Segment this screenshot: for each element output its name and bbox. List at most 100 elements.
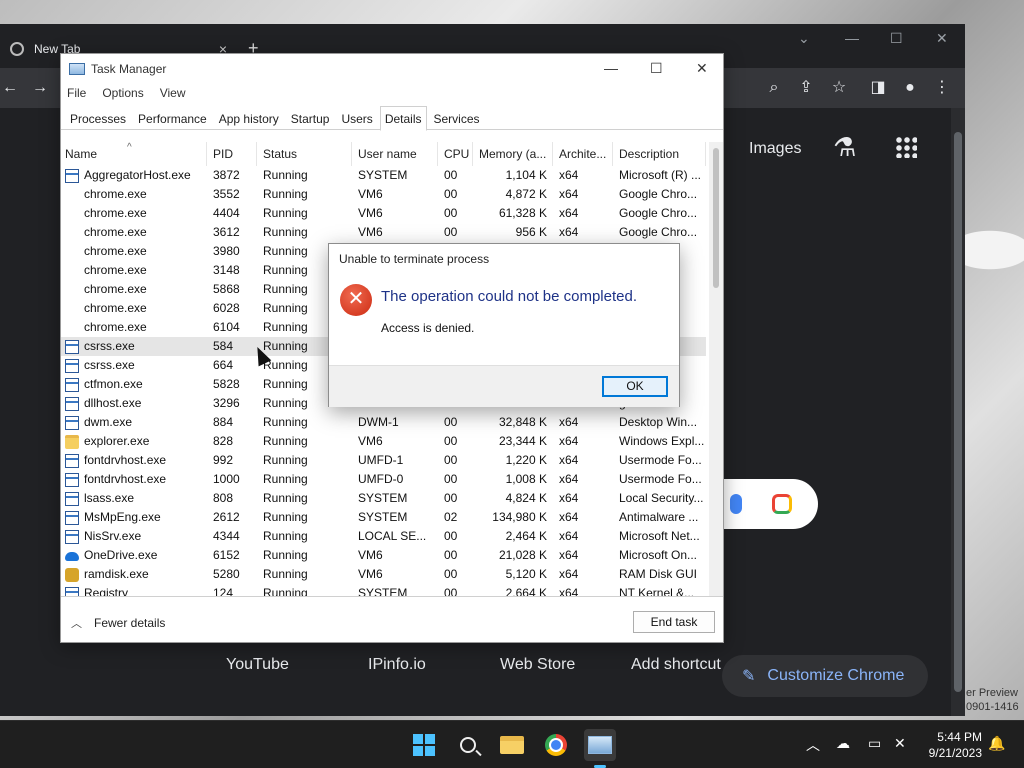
col-user-name[interactable]: User name [352, 142, 438, 166]
tm-scrollbar[interactable] [709, 142, 723, 596]
start-button[interactable] [408, 729, 440, 761]
task-manager-taskbar-button[interactable] [584, 729, 616, 761]
volume-muted-icon[interactable]: ✕ [894, 735, 906, 752]
forward-icon[interactable]: → [30, 78, 50, 98]
tab-startup[interactable]: Startup [286, 106, 335, 129]
task-manager-titlebar[interactable]: Task Manager [61, 54, 723, 84]
images-link[interactable]: Images [749, 140, 801, 158]
menu-file[interactable]: File [67, 86, 86, 100]
cell-name: csrss.exe [61, 356, 207, 375]
table-row[interactable]: fontdrvhost.exe 1000 Running UMFD-0 00 1,008 … [61, 470, 706, 489]
notification-bell-icon[interactable]: 🔔 [988, 735, 1005, 752]
labs-flask-icon[interactable]: ⚗ [833, 132, 856, 163]
shortcut-ipinfo[interactable]: IPinfo.io [368, 656, 426, 674]
cell-name: fontdrvhost.exe [61, 451, 207, 470]
fewer-details-button[interactable]: ︿ Fewer details [71, 615, 165, 631]
tab-processes[interactable]: Processes [65, 106, 131, 129]
chrome-scrollbar[interactable] [951, 108, 965, 716]
cell-pid: 4404 [213, 206, 240, 220]
cell-cpu: 00 [444, 415, 458, 429]
col-description[interactable]: Description [613, 142, 706, 166]
table-row[interactable]: ramdisk.exe 5280 Running VM6 00 5,120 K x64 RAM… [61, 565, 706, 584]
tab-details[interactable]: Details [379, 106, 427, 131]
chrome-minimize-icon[interactable]: — [845, 30, 859, 46]
google-apps-icon[interactable] [895, 136, 917, 158]
search-box[interactable] [710, 479, 818, 529]
cell-pid: 3612 [213, 225, 240, 239]
cell-cpu: 02 [444, 510, 458, 524]
table-row[interactable]: MsMpEng.exe 2612 Running SYSTEM 02 134,980 K x… [61, 508, 706, 527]
ram-process-icon [65, 567, 79, 582]
shortcut-add[interactable]: Add shortcut [631, 656, 721, 674]
zoom-icon[interactable]: ⌕ [764, 78, 784, 98]
search-button[interactable] [452, 729, 484, 761]
back-icon[interactable]: ← [0, 78, 20, 98]
tm-close-icon[interactable]: ✕ [696, 60, 708, 77]
chrome-maximize-icon[interactable]: ☐ [890, 30, 903, 47]
table-row[interactable]: AggregatorHost.exe 3872 Running SYSTEM 00 1,1… [61, 166, 706, 185]
table-row[interactable]: lsass.exe 808 Running SYSTEM 00 4,824 K x64 Loc… [61, 489, 706, 508]
chrome-menu-icon[interactable]: ⋮ [932, 78, 952, 98]
exe-process-icon [65, 529, 79, 544]
col-status[interactable]: Status [257, 142, 352, 166]
file-explorer-button[interactable] [496, 729, 528, 761]
chrome-taskbar-button[interactable] [540, 729, 572, 761]
bookmark-star-icon[interactable]: ☆ [829, 78, 849, 98]
lens-search-icon[interactable] [772, 494, 792, 514]
exe-process-icon [65, 339, 79, 354]
customize-chrome-button[interactable]: ✎ Customize Chrome [722, 655, 928, 697]
cell-name: chrome.exe [61, 318, 207, 337]
table-row[interactable]: chrome.exe 3612 Running VM6 00 956 K x64 Google… [61, 223, 706, 242]
show-hidden-icons-chevron-icon[interactable]: ︿ [806, 735, 820, 755]
col-memory[interactable]: Memory (a... [473, 142, 553, 166]
table-row[interactable]: dwm.exe 884 Running DWM-1 00 32,848 K x64 Deskt… [61, 413, 706, 432]
network-icon[interactable]: ▭ [868, 735, 881, 752]
cell-cpu: 00 [444, 529, 458, 543]
menu-options[interactable]: Options [102, 86, 143, 100]
cell-cpu: 00 [444, 225, 458, 239]
tab-search-chevron-icon[interactable]: ⌄ [798, 30, 810, 47]
table-row[interactable]: chrome.exe 3552 Running VM6 00 4,872 K x64 Goog… [61, 185, 706, 204]
cell-pid: 3552 [213, 187, 240, 201]
tab-services[interactable]: Services [429, 106, 485, 129]
tm-minimize-icon[interactable]: — [604, 60, 618, 76]
table-row[interactable]: explorer.exe 828 Running VM6 00 23,344 K x64 Wi… [61, 432, 706, 451]
end-task-button[interactable]: End task [633, 611, 715, 633]
tab-users[interactable]: Users [336, 106, 377, 129]
table-row[interactable]: Registry 124 Running SYSTEM 00 2,664 K x64 NT K… [61, 584, 706, 596]
tab-performance[interactable]: Performance [133, 106, 212, 129]
chrome-close-icon[interactable]: ✕ [936, 30, 948, 47]
shortcut-web-store[interactable]: Web Store [500, 656, 575, 674]
voice-search-icon[interactable] [730, 494, 742, 514]
col-architecture[interactable]: Archite... [553, 142, 613, 166]
tm-maximize-icon[interactable]: ☐ [650, 60, 663, 77]
col-name[interactable]: ^ Name [61, 142, 207, 166]
table-row[interactable]: OneDrive.exe 6152 Running VM6 00 21,028 K x64 M… [61, 546, 706, 565]
tm-menu-bar: File Options View [67, 86, 186, 100]
cell-pid: 1000 [213, 472, 240, 486]
cell-cpu: 00 [444, 206, 458, 220]
side-panel-icon[interactable]: ◨ [868, 78, 888, 98]
tm-tabs: Processes Performance App history Startu… [61, 106, 723, 131]
col-pid[interactable]: PID [207, 142, 257, 166]
ok-button[interactable]: OK [602, 376, 668, 397]
process-name: ramdisk.exe [84, 567, 149, 581]
menu-view[interactable]: View [160, 86, 186, 100]
cell-name: chrome.exe [61, 242, 207, 261]
tray-cloud-icon[interactable]: ☁ [836, 735, 850, 752]
cell-pid: 4344 [213, 529, 240, 543]
profile-icon[interactable]: ● [900, 78, 920, 98]
task-manager-taskbar-icon [588, 736, 612, 754]
col-cpu[interactable]: CPU [438, 142, 473, 166]
system-clock[interactable]: 5:44 PM 9/21/2023 [918, 729, 982, 761]
exe-process-icon [65, 472, 79, 487]
cell-user: VM6 [358, 567, 383, 581]
share-icon[interactable]: ⇪ [796, 78, 816, 98]
table-row[interactable]: chrome.exe 4404 Running VM6 00 61,328 K x64 Goo… [61, 204, 706, 223]
cell-user: UMFD-1 [358, 453, 404, 467]
table-row[interactable]: fontdrvhost.exe 992 Running UMFD-1 00 1,220 K… [61, 451, 706, 470]
cell-mem: 61,328 K [498, 206, 547, 220]
tab-app-history[interactable]: App history [214, 106, 284, 129]
table-row[interactable]: NisSrv.exe 4344 Running LOCAL SE... 00 2,464 … [61, 527, 706, 546]
shortcut-youtube[interactable]: YouTube [226, 656, 289, 674]
